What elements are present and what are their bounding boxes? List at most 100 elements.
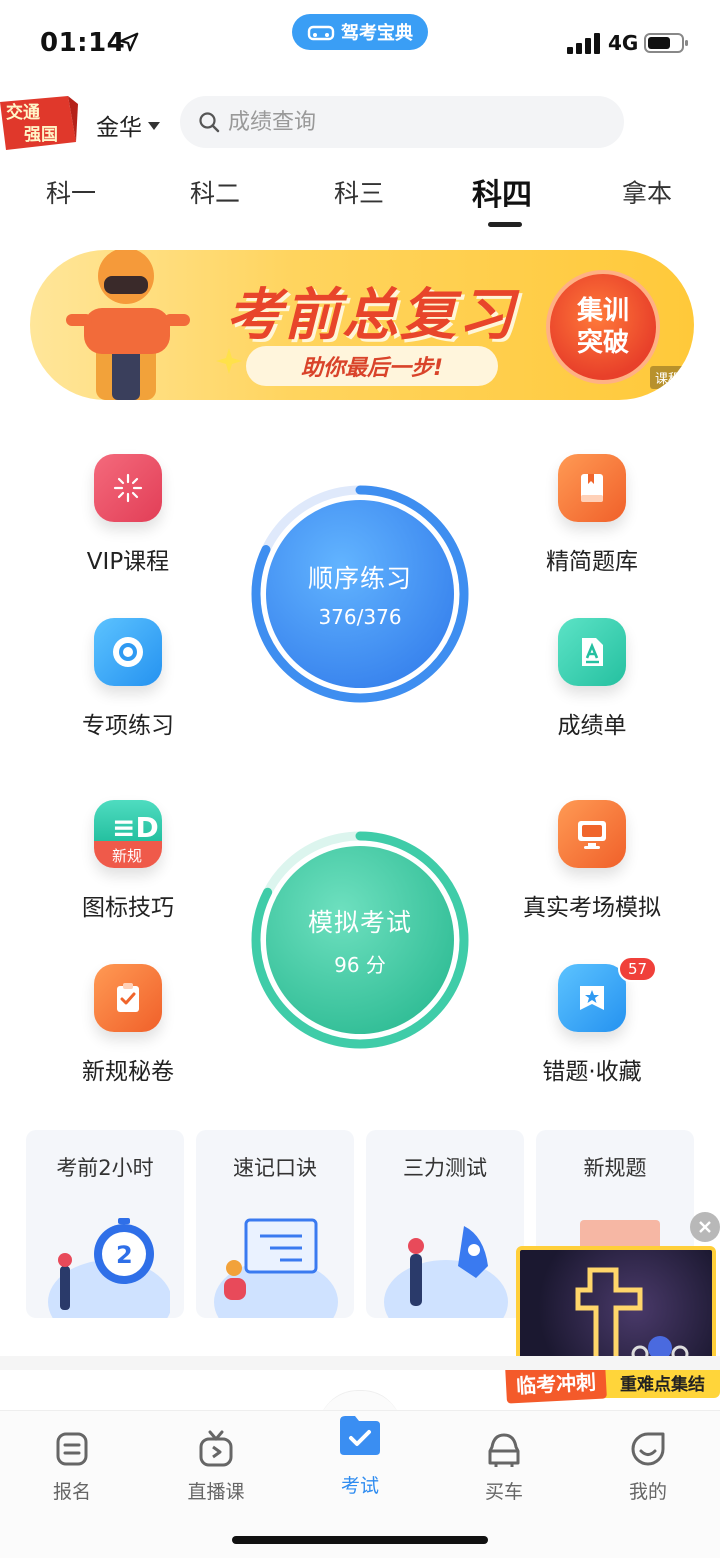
new-rule-icon: ≡D 新规 — [94, 800, 162, 868]
promo-video-thumbnail — [516, 1246, 716, 1370]
shortcut-title: 新规题 — [583, 1156, 647, 1180]
banner-subtitle-pill: 助你最后一步! — [246, 346, 498, 386]
svg-text:强国: 强国 — [24, 125, 58, 145]
real-exam-simulation-button[interactable]: 真实考场模拟 — [502, 800, 682, 922]
sequence-practice-title: 顺序练习 — [307, 564, 412, 593]
car-icon — [307, 25, 335, 41]
sequence-practice-button[interactable]: 顺序练习 376/376 — [266, 500, 454, 688]
new-rule-secret-paper-button[interactable]: 新规秘卷 — [38, 964, 218, 1086]
city-label: 金华 — [96, 115, 142, 141]
sign-tips-label: 图标技巧 — [82, 895, 174, 921]
concise-question-bank-button[interactable]: 精简题库 — [502, 454, 682, 576]
car-icon — [488, 1433, 520, 1467]
tab-subject-2[interactable]: 科二 — [190, 174, 240, 210]
nav-label: 直播课 — [187, 1481, 245, 1503]
new-rule-secret-paper-label: 新规秘卷 — [82, 1059, 174, 1085]
mistakes-favorites-button[interactable]: 错题·收藏 — [502, 964, 682, 1086]
svg-text:≡D: ≡D — [112, 811, 158, 844]
mock-exam-button[interactable]: 模拟考试 96 分 — [266, 846, 454, 1034]
close-promo-button[interactable] — [690, 1212, 720, 1242]
book-icon — [558, 454, 626, 522]
form-icon — [56, 1432, 88, 1466]
monitor-icon — [558, 800, 626, 868]
shortcut-title: 三力测试 — [403, 1156, 487, 1180]
status-bar: 01:14 驾考宝典 4G — [0, 0, 720, 84]
tab-get-license[interactable]: 拿本 — [622, 174, 672, 210]
mistakes-count-badge: 57 — [618, 956, 658, 982]
new-rule-badge-text: 新规 — [112, 847, 142, 865]
banner-cta-button[interactable]: 集训 突破 — [546, 270, 660, 384]
search-bar[interactable] — [180, 96, 624, 148]
tab-subject-1[interactable]: 科一 — [46, 174, 96, 210]
tab-subject-3[interactable]: 科三 — [334, 174, 384, 210]
folder-check-icon — [340, 1416, 380, 1455]
nav-mine[interactable]: 我的 — [598, 1429, 698, 1504]
banner-cta-line2: 突破 — [576, 328, 629, 358]
sparkle-icon — [94, 454, 162, 522]
shortcut-title: 速记口诀 — [233, 1156, 317, 1180]
banner-title: 考前总复习 — [226, 283, 516, 348]
subject-tabs: 科一 科二 科三 科四 拿本 — [0, 168, 720, 232]
search-icon — [199, 112, 220, 133]
svg-text:交通: 交通 — [6, 102, 40, 123]
score-sheet-label: 成绩单 — [557, 713, 627, 739]
tv-icon — [199, 1430, 233, 1467]
shortcut-card-mnemonics[interactable]: 速记口诀 — [196, 1130, 354, 1318]
home-indicator — [232, 1536, 488, 1544]
stopwatch-icon: 2 — [48, 1218, 170, 1318]
active-tab-indicator — [488, 222, 522, 227]
section-divider — [0, 1356, 720, 1370]
sign-tips-button[interactable]: ≡D 新规 图标技巧 — [38, 800, 218, 922]
network-type: 4G — [608, 31, 639, 55]
concise-question-bank-label: 精简题库 — [546, 549, 638, 575]
app-pill-label: 驾考宝典 — [341, 23, 413, 44]
nav-label: 我的 — [628, 1481, 667, 1503]
smile-icon — [631, 1432, 665, 1466]
tab-subject-4[interactable]: 科四 — [472, 170, 532, 214]
sequence-practice-progress: 376/376 — [318, 605, 402, 629]
floating-video-promo[interactable]: 临考冲刺 重难点集结 — [505, 1242, 720, 1404]
banner-subtitle: 助你最后一步! — [300, 356, 444, 381]
nav-label: 报名 — [52, 1481, 91, 1503]
promo-banner[interactable]: 考前总复习 助你最后一步! 集训 突破 课程 — [30, 250, 694, 400]
traffic-power-badge[interactable]: 交通 强国 — [0, 94, 80, 152]
vip-course-button[interactable]: VIP课程 — [38, 454, 218, 576]
real-exam-simulation-label: 真实考场模拟 — [523, 895, 661, 921]
star-bookmark-icon — [558, 964, 626, 1032]
nav-buy-car[interactable]: 买车 — [454, 1429, 554, 1504]
caret-down-icon — [148, 122, 160, 130]
nav-label: 考试 — [340, 1475, 379, 1497]
mistakes-favorites-label: 错题·收藏 — [542, 1059, 642, 1085]
city-selector[interactable]: 金华 — [96, 108, 160, 142]
shortcut-title: 考前2小时 — [56, 1156, 154, 1180]
mock-exam-title: 模拟考试 — [307, 907, 412, 937]
cellular-signal-icon — [567, 33, 600, 54]
shortcut-card-2hours[interactable]: 考前2小时 2 — [26, 1130, 184, 1318]
score-sheet-button[interactable]: 成绩单 — [502, 618, 682, 740]
document-icon — [558, 618, 626, 686]
rocket-icon — [384, 1226, 508, 1318]
banner-ad-tag: 课程 — [650, 366, 687, 389]
target-icon — [94, 618, 162, 686]
mock-exam-score: 96 分 — [334, 952, 386, 977]
shortcut-card-three-abilities[interactable]: 三力测试 — [366, 1130, 524, 1318]
banner-cta-line1: 集训 — [576, 296, 629, 326]
special-practice-button[interactable]: 专项练习 — [38, 618, 218, 740]
close-icon — [699, 1221, 711, 1233]
location-arrow-icon — [119, 32, 139, 52]
clipboard-check-icon — [94, 964, 162, 1032]
special-practice-label: 专项练习 — [82, 713, 174, 739]
nav-live-course[interactable]: 直播课 — [166, 1429, 266, 1504]
vip-course-label: VIP课程 — [86, 549, 170, 575]
app-return-pill[interactable]: 驾考宝典 — [292, 14, 428, 50]
nav-exam[interactable]: 考试 — [310, 1411, 410, 1498]
motorcycle-rider-illustration — [66, 250, 190, 400]
nav-label: 买车 — [484, 1481, 523, 1503]
whiteboard-icon — [214, 1218, 338, 1318]
promo-tag-key-points: 重难点集结 — [620, 1375, 705, 1395]
svg-text:2: 2 — [116, 1241, 133, 1269]
battery-icon — [644, 33, 688, 53]
nav-signup[interactable]: 报名 — [22, 1429, 122, 1504]
status-time: 01:14 — [40, 28, 126, 58]
search-input[interactable] — [228, 109, 588, 135]
